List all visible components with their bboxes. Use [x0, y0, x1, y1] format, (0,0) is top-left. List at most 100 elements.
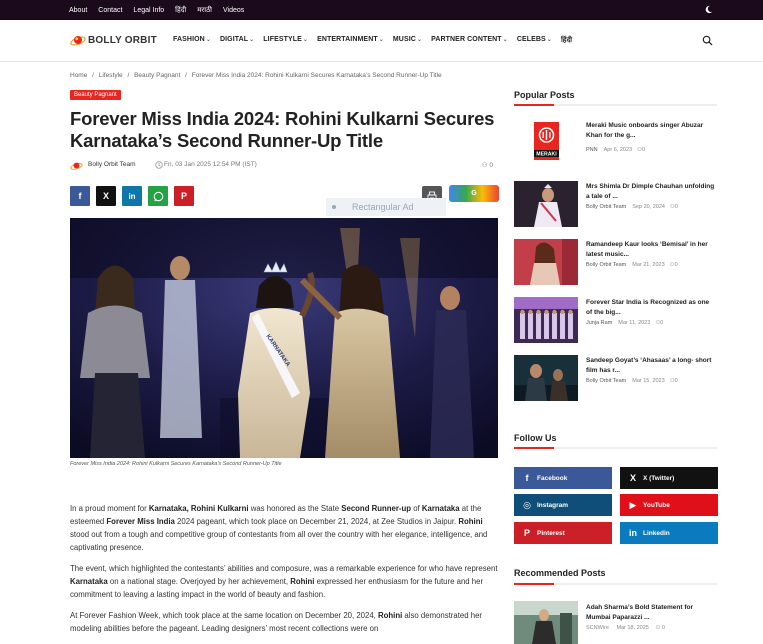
popular-post-item[interactable]: MERAKI Meraki Music onboards singer Abuza… — [514, 120, 717, 166]
nav-item-5[interactable]: PARTNER CONTENT⌄ — [431, 36, 508, 45]
article-meta: Bolly Orbit Team Fri, 03 Jan 2025 12:54 … — [70, 160, 498, 172]
nav-item-2[interactable]: LIFESTYLE⌄ — [263, 36, 308, 45]
popular-posts-divider — [514, 104, 717, 106]
follow-label: Linkedin — [643, 529, 670, 537]
breadcrumb-current: Forever Miss India 2024: Rohini Kulkarni… — [191, 72, 442, 79]
recommended-post-item[interactable]: Adah Sharma’s Bold Statement for Mumbai … — [514, 601, 717, 644]
follow-facebook-button[interactable]: f Facebook — [514, 467, 612, 489]
breadcrumb-category[interactable]: Beauty Pagnant — [134, 72, 180, 79]
site-logo[interactable]: BOLLY ORBIT — [70, 32, 157, 48]
popular-post-item[interactable]: Forever Star India is Recognized as one … — [514, 297, 717, 343]
follow-instagram-button[interactable]: ◎ Instagram — [514, 494, 612, 516]
breadcrumb-sep: / — [185, 72, 187, 79]
meraki-logo-text: MERAKI — [536, 152, 557, 158]
popular-post-title[interactable]: Forever Star India is Recognized as one … — [586, 298, 717, 318]
popular-post-item[interactable]: Sandeep Goyat’s ‘Ahasaas’ a long- short … — [514, 355, 717, 401]
follow-label: Pinterest — [537, 529, 565, 537]
popular-post-author[interactable]: Junja Ram — [586, 320, 612, 326]
popular-post-thumbnail[interactable] — [514, 181, 578, 227]
follow-youtube-button[interactable]: ▶ YouTube — [620, 494, 718, 516]
popular-post-date: Mar 15, 2023 — [632, 378, 665, 384]
popular-post-title[interactable]: Meraki Music onboards singer Abuzar Khan… — [586, 121, 717, 141]
top-link-marathi[interactable]: मराठी — [197, 6, 212, 15]
nav-item-7[interactable]: हिंदी — [561, 36, 572, 45]
popular-post-item[interactable]: Mrs Shimla Dr Dimple Chauhan unfolding a… — [514, 181, 717, 227]
ad-label: Rectangular Ad — [352, 202, 414, 212]
author-avatar[interactable] — [70, 160, 83, 171]
google-news-button[interactable]: G — [449, 185, 499, 202]
popular-post-comments: 0 — [674, 204, 678, 210]
popular-post-item[interactable]: Ramandeep Kaur looks ‘Bemisal’ in her la… — [514, 239, 717, 285]
search-icon[interactable] — [702, 35, 713, 46]
top-link-hindi[interactable]: हिंदी — [175, 6, 186, 15]
follow-linkedin-button[interactable]: in Linkedin — [620, 522, 718, 544]
popular-post-title[interactable]: Sandeep Goyat’s ‘Ahasaas’ a long- short … — [586, 356, 717, 376]
paragraph-text: In a proud moment for — [70, 504, 149, 513]
paragraph-text: The event, which highlighted the contest… — [70, 564, 498, 573]
nav-item-6[interactable]: CELEBS⌄ — [517, 36, 552, 45]
popular-post-comments: 0 — [674, 262, 678, 268]
popular-post-thumbnail[interactable] — [514, 355, 578, 401]
top-link-videos[interactable]: Videos — [223, 7, 244, 14]
google-icon: G — [471, 190, 477, 197]
follow-x-button[interactable]: X X (Twitter) — [620, 467, 718, 489]
nav-item-label: FASHION — [173, 36, 205, 43]
popular-post-meta: Bolly Orbit Team Sep 20, 2024 ⚇0 — [586, 204, 678, 210]
hero-image: ER KARNATAKA — [70, 218, 498, 458]
follow-label: YouTube — [643, 501, 670, 509]
highlighted-text: Karnataka — [421, 504, 460, 513]
share-pinterest-button[interactable]: P — [174, 186, 194, 206]
share-x-button[interactable]: X — [96, 186, 116, 206]
top-link-contact[interactable]: Contact — [98, 7, 122, 14]
recommended-post-comments: 0 — [661, 625, 665, 631]
moon-icon[interactable] — [704, 5, 713, 14]
popular-post-author[interactable]: Bolly Orbit Team — [586, 378, 626, 384]
top-link-legal[interactable]: Legal Info — [133, 7, 164, 14]
linkedin-icon: in — [629, 528, 637, 538]
popular-post-thumbnail[interactable] — [514, 239, 578, 285]
recommended-post-title[interactable]: Adah Sharma’s Bold Statement for Mumbai … — [586, 603, 717, 623]
popular-post-author[interactable]: Bolly Orbit Team — [586, 204, 626, 210]
popular-post-thumbnail[interactable] — [514, 297, 578, 343]
breadcrumb-lifestyle[interactable]: Lifestyle — [99, 72, 123, 79]
breadcrumb-home[interactable]: Home — [70, 72, 87, 79]
popular-post-author[interactable]: PNN — [586, 147, 598, 153]
share-whatsapp-button[interactable] — [148, 186, 168, 206]
paragraph-text: At Forever Fashion Week, which took plac… — [70, 611, 378, 620]
nav-item-0[interactable]: FASHION⌄ — [173, 36, 211, 45]
nav-item-label: LIFESTYLE — [263, 36, 302, 43]
whatsapp-icon — [153, 191, 163, 201]
popular-post-date: Sep 20, 2024 — [632, 204, 665, 210]
image-caption: Forever Miss India 2024: Rohini Kulkarni… — [70, 461, 282, 467]
comment-count[interactable]: ⚇ 0 — [482, 161, 493, 169]
crowning-photo: ER KARNATAKA — [70, 218, 498, 458]
share-facebook-button[interactable]: f — [70, 186, 90, 206]
recommended-posts-heading: Recommended Posts — [514, 568, 606, 578]
nav-item-3[interactable]: ENTERTAINMENT⌄ — [317, 36, 384, 45]
follow-pinterest-button[interactable]: P Pinterest — [514, 522, 612, 544]
category-badge[interactable]: Beauty Pagnant — [70, 90, 121, 100]
popular-post-title[interactable]: Mrs Shimla Dr Dimple Chauhan unfolding a… — [586, 182, 717, 202]
share-linkedin-button[interactable]: in — [122, 186, 142, 206]
popular-post-thumbnail[interactable]: MERAKI — [514, 120, 578, 166]
nav-item-1[interactable]: DIGITAL⌄ — [220, 36, 254, 45]
popular-post-meta: Bolly Orbit Team Mar 15, 2023 ⚇0 — [586, 378, 678, 384]
follow-label: Instagram — [537, 501, 569, 509]
article-paragraph: At Forever Fashion Week, which took plac… — [70, 609, 498, 635]
recommended-post-author[interactable]: SCNWire — [586, 625, 609, 631]
pinterest-icon: P — [180, 191, 187, 201]
publish-date: Fri, 03 Jan 2025 12:54 PM (IST) — [164, 161, 257, 168]
article-title: Forever Miss India 2024: Rohini Kulkarni… — [70, 108, 495, 151]
popular-post-title[interactable]: Ramandeep Kaur looks ‘Bemisal’ in her la… — [586, 240, 717, 260]
recommended-post-thumbnail[interactable] — [514, 601, 578, 644]
comment-icon: ⚇ — [481, 162, 488, 169]
popular-post-author[interactable]: Bolly Orbit Team — [586, 262, 626, 268]
author-name[interactable]: Bolly Orbit Team — [88, 161, 136, 168]
follow-us-heading: Follow Us — [514, 433, 557, 443]
paragraph-text: of — [411, 504, 422, 513]
popular-post-meta: PNN Apr 6, 2023 ⚇0 — [586, 147, 645, 153]
comment-count-value: 0 — [489, 162, 493, 169]
top-link-about[interactable]: About — [69, 7, 87, 14]
instagram-icon: ◎ — [523, 499, 531, 510]
nav-item-4[interactable]: MUSIC⌄ — [393, 36, 422, 45]
